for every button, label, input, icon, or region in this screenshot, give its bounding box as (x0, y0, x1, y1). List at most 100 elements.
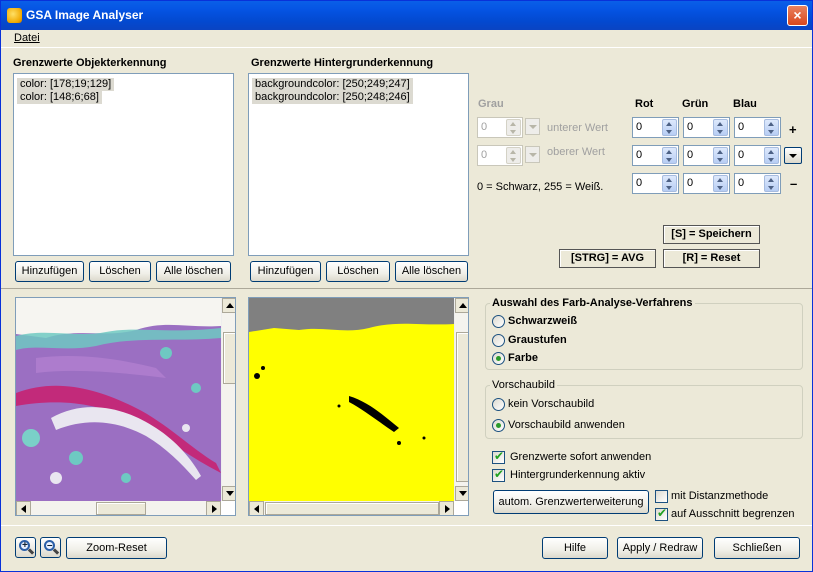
check-icon: ✔ (494, 449, 505, 463)
red-mid-spinner[interactable]: 0 (632, 145, 679, 166)
gray-upper-value: 0 (481, 149, 488, 161)
scroll-left-button[interactable] (249, 501, 264, 515)
blue-upper-value: 0 (738, 177, 745, 189)
scroll-left-button[interactable] (16, 501, 31, 515)
gray-lower-spinner[interactable]: 0 (477, 117, 523, 138)
spinner-arrows-icon[interactable] (764, 147, 779, 164)
list-item[interactable]: backgroundcolor: [250;248;246] (252, 91, 413, 104)
green-lower-spinner[interactable]: 0 (683, 117, 730, 138)
spinner-arrows-icon[interactable] (764, 119, 779, 136)
apply-redraw-button[interactable]: Apply / Redraw (617, 537, 703, 559)
chevron-down-icon (529, 153, 537, 157)
chevron-down-icon (789, 154, 797, 158)
background-thresholds-list[interactable]: backgroundcolor: [250;249;247] backgroun… (248, 73, 469, 256)
radio-circle-icon[interactable] (492, 352, 505, 365)
checkbox-icon[interactable]: ✔ (492, 467, 505, 482)
spinner-arrows-icon[interactable] (506, 119, 521, 136)
gray-lower-dropdown[interactable] (525, 118, 540, 135)
red-lower-spinner[interactable]: 0 (632, 117, 679, 138)
list-item[interactable]: backgroundcolor: [250;249;247] (252, 78, 413, 91)
reset-shortcut: [R] = Reset (663, 249, 760, 268)
spinner-arrows-icon[interactable] (662, 119, 677, 136)
analysed-vertical-scrollbar[interactable] (454, 298, 468, 501)
blue-header: Blau (733, 98, 757, 110)
scroll-thumb[interactable] (96, 502, 146, 515)
scroll-thumb[interactable] (265, 502, 439, 515)
checkbox-label: auf Ausschnitt begrenzen (671, 508, 795, 520)
spinner-arrows-icon[interactable] (662, 147, 677, 164)
blue-mid-spinner[interactable]: 0 (734, 145, 781, 166)
original-horizontal-scrollbar[interactable] (16, 501, 221, 515)
menu-file[interactable]: Datei (14, 32, 40, 44)
check-icon: ✔ (657, 506, 668, 520)
mode-dropdown[interactable] (784, 147, 802, 164)
checkbox-icon[interactable] (655, 490, 668, 503)
radio-circle-icon[interactable] (492, 398, 505, 411)
red-header: Rot (635, 98, 654, 110)
blue-mid-value: 0 (738, 149, 745, 161)
checkbox-label: mit Distanzmethode (671, 490, 769, 502)
green-mid-spinner[interactable]: 0 (683, 145, 730, 166)
object-delete-all-button[interactable]: Alle löschen (156, 261, 231, 282)
scroll-thumb[interactable] (223, 332, 235, 384)
spinner-arrows-icon[interactable] (713, 119, 728, 136)
checkbox-icon[interactable]: ✔ (492, 449, 505, 464)
arrow-up-icon (226, 303, 234, 308)
zoom-reset-button[interactable]: Zoom-Reset (66, 537, 167, 559)
background-delete-all-button[interactable]: Alle löschen (395, 261, 468, 282)
histology-image (16, 298, 221, 501)
spinner-arrows-icon[interactable] (764, 175, 779, 192)
checkbox-icon[interactable]: ✔ (655, 506, 668, 521)
scroll-up-button[interactable] (222, 298, 235, 313)
original-vertical-scrollbar[interactable] (221, 298, 235, 501)
help-button[interactable]: Hilfe (542, 537, 608, 559)
scroll-down-button[interactable] (455, 486, 468, 501)
background-delete-button[interactable]: Löschen (326, 261, 390, 282)
radio-label: Farbe (508, 352, 538, 364)
spinner-arrows-icon[interactable] (506, 147, 521, 164)
list-item[interactable]: color: [148;6;68] (17, 91, 102, 104)
background-thresholds-title: Grenzwerte Hintergrunderkennung (251, 57, 434, 69)
analysed-horizontal-scrollbar[interactable] (249, 501, 454, 515)
scroll-right-button[interactable] (206, 501, 221, 515)
radio-circle-icon[interactable] (492, 334, 505, 347)
background-add-button[interactable]: Hinzufügen (250, 261, 321, 282)
avg-shortcut: [STRG] = AVG (559, 249, 656, 268)
gray-upper-spinner[interactable]: 0 (477, 145, 523, 166)
radio-label: Graustufen (508, 334, 567, 346)
radio-circle-icon[interactable] (492, 315, 505, 328)
spinner-arrows-icon[interactable] (662, 175, 677, 192)
lower-value-label: unterer Wert (547, 122, 608, 134)
auto-extend-button[interactable]: autom. Grenzwerterweiterung (493, 490, 649, 514)
close-dialog-button[interactable]: Schließen (714, 537, 800, 559)
scroll-down-button[interactable] (222, 486, 235, 501)
red-mid-value: 0 (636, 149, 643, 161)
threshold-panel: Grenzwerte Objekterkennung color: [178;1… (1, 49, 812, 289)
scroll-thumb[interactable] (456, 332, 468, 482)
original-image-viewer[interactable] (15, 297, 236, 516)
gray-upper-dropdown[interactable] (525, 146, 540, 163)
arrow-left-icon (21, 505, 26, 513)
green-mid-value: 0 (687, 149, 694, 161)
zoom-in-button[interactable]: + (15, 537, 36, 558)
spinner-arrows-icon[interactable] (713, 175, 728, 192)
spinner-arrows-icon[interactable] (713, 147, 728, 164)
zoom-out-button[interactable]: – (40, 537, 61, 558)
blue-upper-spinner[interactable]: 0 (734, 173, 781, 194)
blue-lower-spinner[interactable]: 0 (734, 117, 781, 138)
radio-circle-icon[interactable] (492, 419, 505, 432)
arrow-right-icon (445, 505, 450, 513)
analysed-image-viewer[interactable] (248, 297, 469, 516)
close-button[interactable]: × (787, 5, 808, 26)
object-add-button[interactable]: Hinzufügen (15, 261, 84, 282)
list-item[interactable]: color: [178;19;129] (17, 78, 115, 91)
scroll-right-button[interactable] (439, 501, 454, 515)
green-upper-spinner[interactable]: 0 (683, 173, 730, 194)
scroll-up-button[interactable] (455, 298, 468, 313)
object-delete-button[interactable]: Löschen (89, 261, 151, 282)
bottom-separator (1, 525, 812, 526)
object-thresholds-list[interactable]: color: [178;19;129] color: [148;6;68] (13, 73, 234, 256)
menu-bar: Datei (1, 30, 812, 48)
arrow-right-icon (212, 505, 217, 513)
red-upper-spinner[interactable]: 0 (632, 173, 679, 194)
